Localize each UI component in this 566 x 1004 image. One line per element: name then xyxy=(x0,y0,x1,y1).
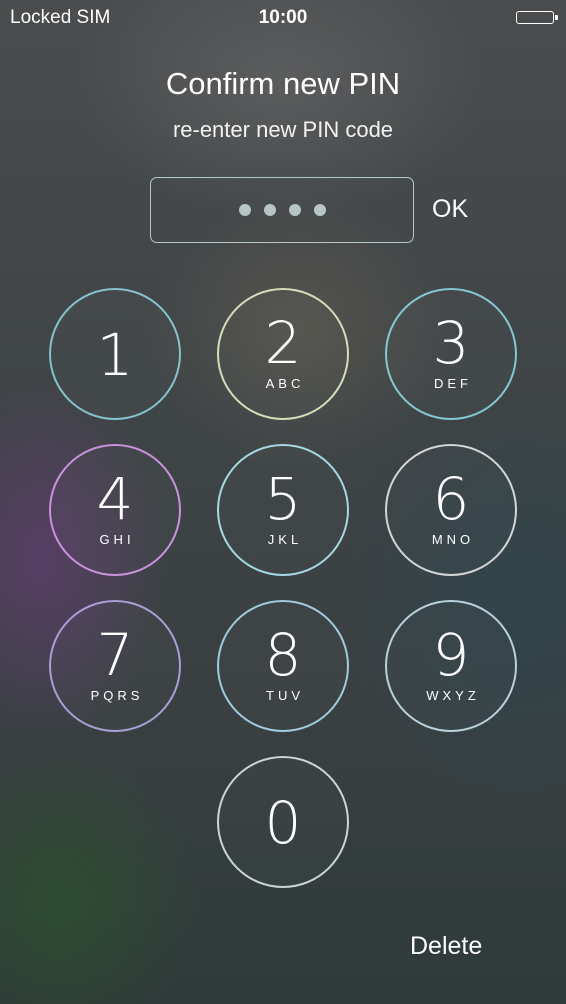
key-digit: 1 xyxy=(96,321,134,389)
key-digit: 5 xyxy=(264,465,302,533)
key-digit: 7 xyxy=(96,621,134,689)
key-digit: 9 xyxy=(432,621,470,689)
key-digit: 6 xyxy=(432,465,470,533)
keypad-key-0[interactable]: 0 xyxy=(217,756,349,888)
ok-button[interactable]: OK xyxy=(432,195,468,224)
pin-dot xyxy=(288,204,301,216)
key-letters: PQRS xyxy=(90,688,144,703)
key-letters: DEF xyxy=(434,376,472,391)
pin-dot xyxy=(313,204,326,216)
keypad-key-1[interactable]: 1 xyxy=(49,288,181,420)
key-letters: WXYZ xyxy=(426,688,480,703)
page-subtitle: re-enter new PIN code xyxy=(172,117,394,142)
keypad-key-3[interactable]: 3 DEF xyxy=(385,288,517,420)
key-digit: 2 xyxy=(264,309,302,377)
key-letters: MNO xyxy=(431,532,475,547)
keypad-key-6[interactable]: 6 MNO xyxy=(385,444,517,576)
pin-dot xyxy=(238,204,251,216)
status-bar: Locked SIM 10:00 xyxy=(0,0,566,36)
keypad-key-5[interactable]: 5 JKL xyxy=(217,444,349,576)
key-digit: 3 xyxy=(432,309,470,377)
key-digit: 0 xyxy=(264,789,302,857)
keypad-key-8[interactable]: 8 TUV xyxy=(217,600,349,732)
pin-dot xyxy=(263,204,276,216)
key-digit: 4 xyxy=(96,465,134,533)
keypad-key-9[interactable]: 9 WXYZ xyxy=(385,600,517,732)
pin-input-field[interactable] xyxy=(150,177,414,243)
keypad-key-4[interactable]: 4 GHI xyxy=(49,444,181,576)
key-letters: ABC xyxy=(265,376,305,391)
battery-full-icon xyxy=(516,11,558,24)
key-letters: TUV xyxy=(266,688,304,703)
delete-button[interactable]: Delete xyxy=(410,932,482,961)
keypad-key-7[interactable]: 7 PQRS xyxy=(49,600,181,732)
status-time: 10:00 xyxy=(258,7,308,28)
key-letters: JKL xyxy=(267,532,303,547)
page-title: Confirm new PIN xyxy=(165,66,401,101)
keypad-key-2[interactable]: 2 ABC xyxy=(217,288,349,420)
key-digit: 8 xyxy=(264,621,302,689)
key-letters: GHI xyxy=(99,532,135,547)
